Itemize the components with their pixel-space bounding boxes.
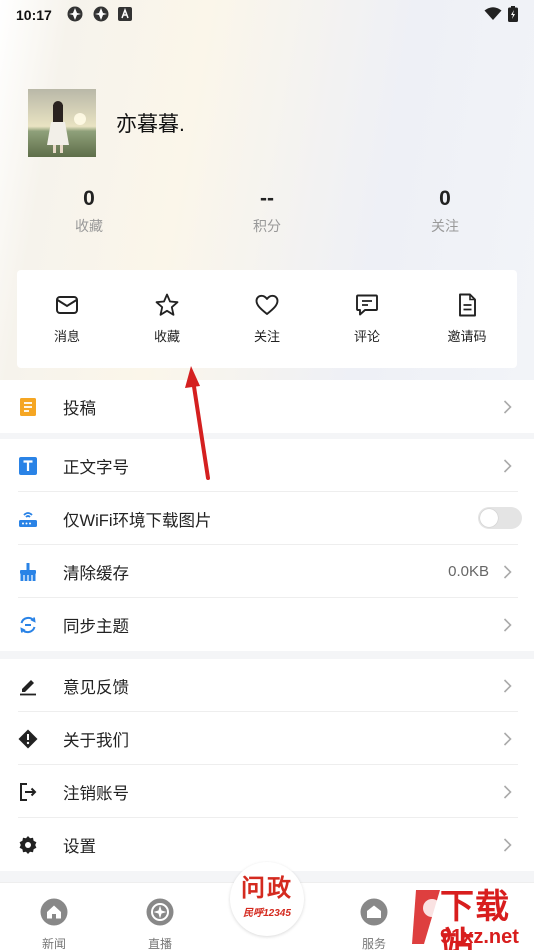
status-time: 10:17	[16, 7, 52, 23]
menu-item-label: 意见反馈	[63, 678, 129, 697]
comment-icon	[356, 294, 378, 316]
cache-size-value: 0.0KB	[448, 563, 489, 580]
menu-group-account: 意见反馈 关于我们 注销账号 设置	[0, 659, 534, 871]
broom-icon	[18, 562, 38, 582]
stat-value: --	[260, 187, 274, 210]
wifi-only-toggle[interactable]	[478, 507, 522, 529]
chevron-right-icon	[503, 678, 512, 698]
star-icon	[155, 293, 179, 316]
toggle-knob	[480, 509, 498, 527]
wifi-signal-icon	[484, 6, 502, 24]
app-notification-icon	[92, 5, 110, 26]
quick-action-label: 关注	[253, 329, 280, 344]
chevron-right-icon	[503, 837, 512, 857]
stat-label: 积分	[253, 218, 281, 234]
text-size-icon	[18, 456, 38, 476]
tab-live[interactable]: 直播	[130, 897, 190, 950]
quick-action-label: 收藏	[153, 329, 180, 344]
quick-action-favorites[interactable]: 收藏	[117, 270, 217, 368]
tab-wenzheng[interactable]: 问政 民呼12345	[230, 862, 304, 936]
watermark-logo: 下载站 91xz.net	[410, 884, 534, 950]
status-bar: 10:17	[0, 0, 534, 30]
gear-icon	[18, 835, 38, 855]
menu-item-label: 正文字号	[63, 458, 129, 477]
menu-group-display: 正文字号 仅WiFi环境下载图片 清除缓存 0.0KB 同步主题	[0, 439, 534, 651]
stat-label: 收藏	[75, 218, 103, 234]
stat-following[interactable]: 0 关注	[395, 186, 495, 236]
menu-item-font-size[interactable]: 正文字号	[0, 439, 534, 492]
menu-item-clear-cache[interactable]: 清除缓存 0.0KB	[0, 545, 534, 598]
pencil-icon	[18, 676, 38, 696]
quick-action-label: 邀请码	[447, 329, 487, 344]
home-icon	[39, 898, 69, 931]
chevron-right-icon	[503, 617, 512, 637]
tab-news[interactable]: 新闻	[24, 897, 84, 950]
stat-value: 0	[83, 187, 95, 210]
chevron-right-icon	[503, 564, 512, 584]
tab-label: 直播	[147, 937, 172, 950]
chevron-right-icon	[503, 399, 512, 419]
menu-item-cancel-account[interactable]: 注销账号	[0, 765, 534, 818]
avatar[interactable]	[28, 89, 96, 157]
battery-icon	[508, 5, 518, 25]
mail-icon	[56, 296, 78, 314]
quick-action-invite-code[interactable]: 邀请码	[417, 270, 517, 368]
stat-value: 0	[439, 187, 451, 210]
live-broadcast-icon	[145, 898, 175, 931]
chevron-right-icon	[503, 731, 512, 751]
tab-service[interactable]: 服务	[344, 897, 404, 950]
menu-item-wifi-only-images[interactable]: 仅WiFi环境下载图片	[0, 492, 534, 545]
username: 亦暮暮.	[116, 113, 185, 136]
menu-item-label: 注销账号	[63, 784, 129, 803]
quick-action-comments[interactable]: 评论	[317, 270, 417, 368]
tab-label: 服务	[361, 937, 386, 950]
sync-icon	[18, 615, 38, 635]
wenzheng-logo-text: 问政	[241, 875, 293, 902]
menu-item-sync-theme[interactable]: 同步主题	[0, 598, 534, 651]
a-badge-icon	[117, 6, 132, 24]
quick-action-messages[interactable]: 消息	[17, 270, 117, 368]
tab-label: 新闻	[41, 937, 66, 950]
service-icon	[359, 898, 389, 931]
menu-item-submit[interactable]: 投稿	[0, 380, 534, 433]
router-icon	[18, 509, 38, 529]
menu-item-label: 设置	[63, 837, 96, 856]
submit-icon	[18, 397, 38, 417]
heart-icon	[255, 294, 279, 315]
stats-row: 0 收藏 -- 积分 0 关注	[0, 186, 534, 242]
watermark-url: 91xz.net	[440, 926, 519, 948]
notification-icons	[66, 5, 132, 26]
menu-item-about-us[interactable]: 关于我们	[0, 712, 534, 765]
menu-item-feedback[interactable]: 意见反馈	[0, 659, 534, 712]
wenzheng-sub-text: 民呼12345	[243, 908, 291, 919]
logout-icon	[18, 782, 38, 802]
quick-action-label: 消息	[53, 329, 80, 344]
menu-item-label: 投稿	[63, 399, 96, 418]
menu-group-submit: 投稿	[0, 380, 534, 433]
profile-block[interactable]: 亦暮暮.	[28, 89, 185, 157]
quick-actions-card: 消息 收藏 关注 评论 邀请码	[17, 270, 517, 368]
document-icon	[459, 293, 476, 317]
quick-action-label: 评论	[353, 329, 380, 344]
stat-label: 关注	[431, 218, 459, 234]
stat-favorites[interactable]: 0 收藏	[39, 186, 139, 236]
chevron-right-icon	[503, 784, 512, 804]
menu-item-label: 关于我们	[63, 731, 129, 750]
info-diamond-icon	[18, 729, 38, 749]
stat-points[interactable]: -- 积分	[217, 186, 317, 236]
quick-action-following[interactable]: 关注	[217, 270, 317, 368]
menu-item-label: 仅WiFi环境下载图片	[63, 511, 212, 530]
menu-item-label: 同步主题	[63, 617, 129, 636]
menu-item-label: 清除缓存	[63, 564, 129, 583]
chevron-right-icon	[503, 458, 512, 478]
app-notification-icon	[66, 5, 84, 26]
